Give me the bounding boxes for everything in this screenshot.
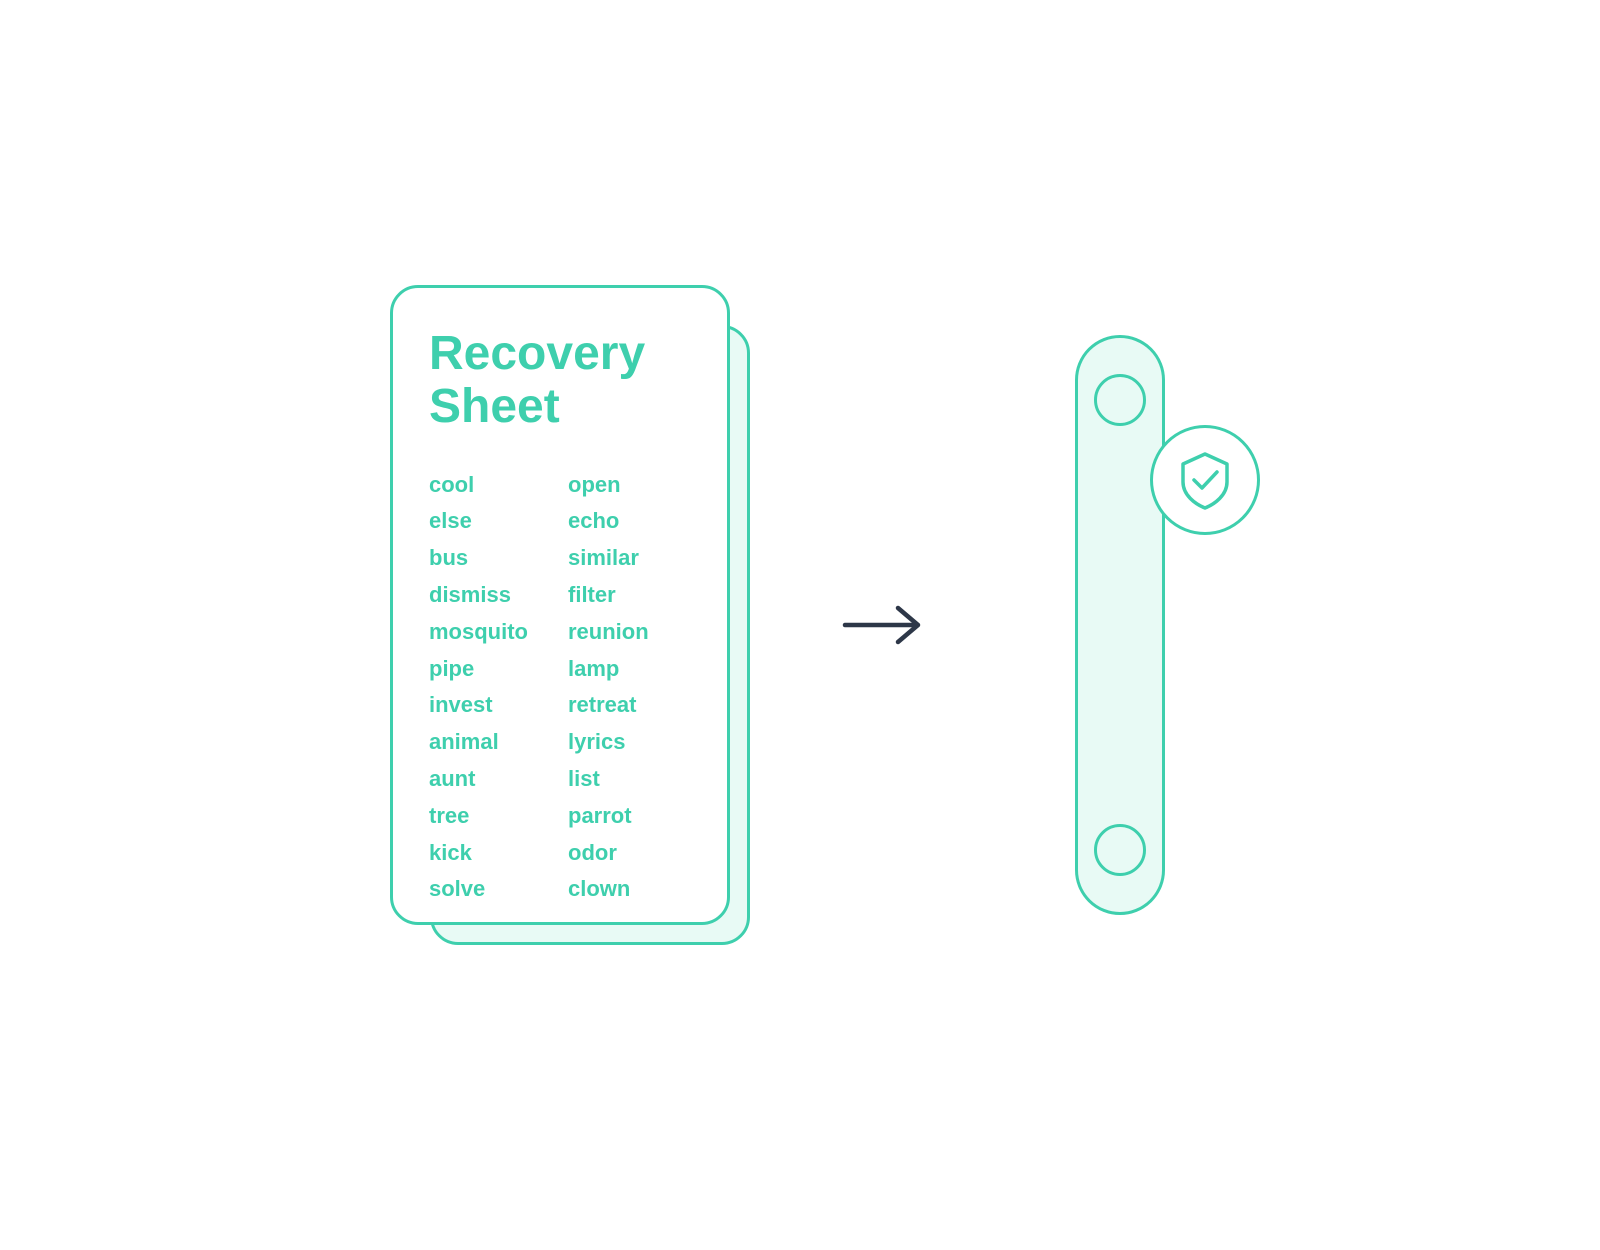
main-scene: Recovery Sheet cool else bus dismiss mosquit… (390, 285, 1210, 965)
word-item: dismiss (429, 580, 528, 611)
word-item: cool (429, 470, 528, 501)
word-item: filter (568, 580, 649, 611)
word-item: reunion (568, 617, 649, 648)
word-column-left: cool else bus dismiss mosquito pipe invest anim… (429, 470, 528, 906)
card-title: Recovery Sheet (429, 328, 691, 434)
word-item: echo (568, 506, 649, 537)
word-item: animal (429, 727, 528, 758)
recovery-sheet-card: Recovery Sheet cool else bus dismiss mosquit… (390, 285, 730, 925)
device-circle-bottom (1094, 824, 1146, 876)
shield-checkmark-icon (1173, 448, 1237, 512)
word-item: retreat (568, 690, 649, 721)
word-item: odor (568, 838, 649, 869)
word-item: pipe (429, 654, 528, 685)
word-item: kick (429, 838, 528, 869)
word-item: open (568, 470, 649, 501)
word-item: else (429, 506, 528, 537)
word-item: tree (429, 801, 528, 832)
word-item: list (568, 764, 649, 795)
word-item: invest (429, 690, 528, 721)
shield-badge (1150, 425, 1260, 535)
word-item: lamp (568, 654, 649, 685)
usb-device-body (1075, 335, 1165, 915)
word-item: lyrics (568, 727, 649, 758)
word-item: parrot (568, 801, 649, 832)
word-item: solve (429, 874, 528, 905)
device-circle-top (1094, 374, 1146, 426)
arrow-container (830, 600, 950, 650)
word-item: aunt (429, 764, 528, 795)
word-item: clown (568, 874, 649, 905)
shield-circle (1150, 425, 1260, 535)
word-item: bus (429, 543, 528, 574)
word-column-right: open echo similar filter reunion lamp retreat l… (568, 470, 649, 906)
word-item: similar (568, 543, 649, 574)
arrow-icon (840, 600, 940, 650)
usb-device-container (1030, 285, 1210, 965)
word-item: mosquito (429, 617, 528, 648)
word-columns: cool else bus dismiss mosquito pipe invest anim… (429, 470, 691, 906)
card-stack: Recovery Sheet cool else bus dismiss mosquit… (390, 285, 750, 965)
